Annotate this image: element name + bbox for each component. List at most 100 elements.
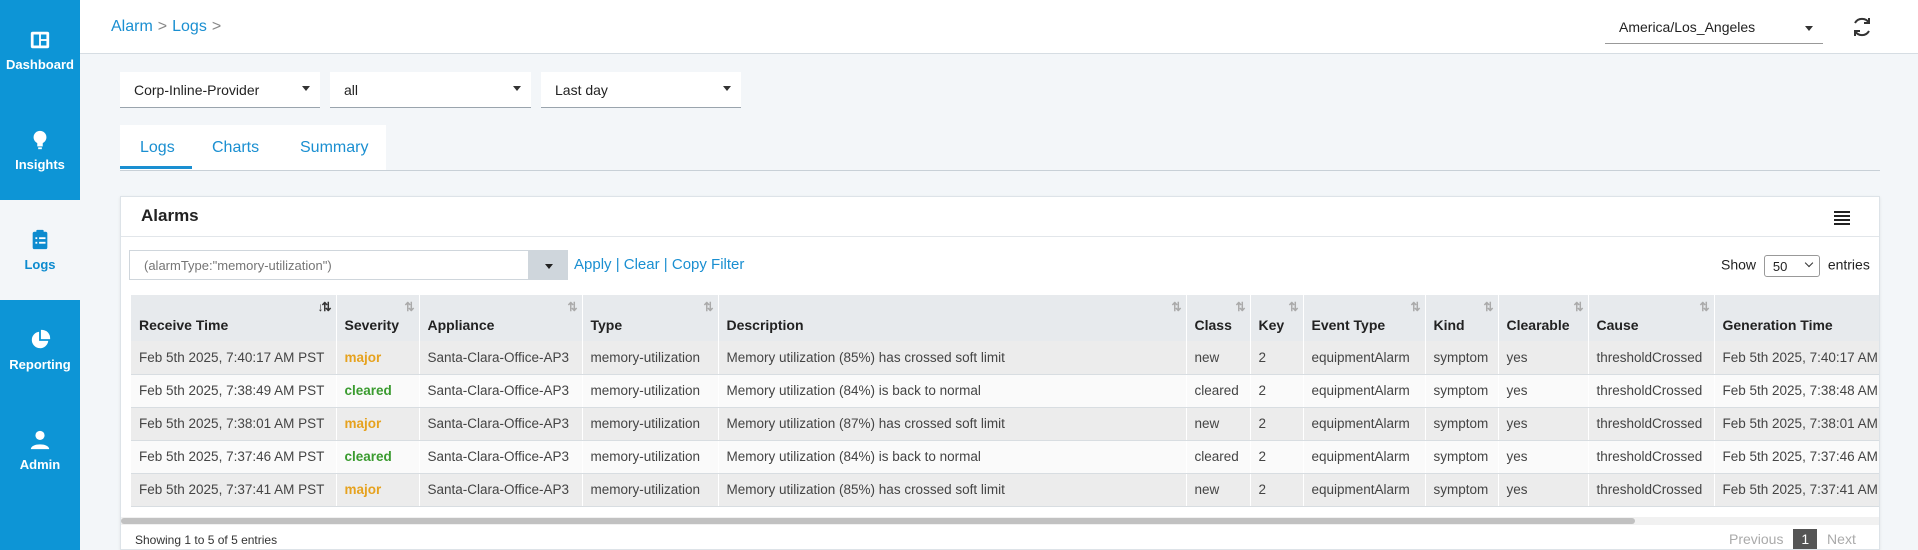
cell-type: memory-utilization (582, 407, 719, 441)
card-divider (121, 236, 1879, 237)
table-row[interactable]: Feb 5th 2025, 7:38:49 AM PST cleared San… (131, 374, 1879, 408)
column-header-clearable[interactable]: Clearable ⇅ (1498, 295, 1589, 341)
next-page-button[interactable]: Next (1827, 531, 1856, 547)
time-range-value: Last day (555, 82, 608, 98)
query-dropdown-button[interactable] (528, 250, 568, 280)
sort-icon: ⇅ (1699, 300, 1709, 314)
time-range-select[interactable]: Last day (541, 72, 741, 108)
refresh-icon[interactable] (1850, 15, 1874, 39)
column-header-generation-time[interactable]: Generation Time (1714, 295, 1879, 341)
scrollbar-thumb[interactable] (121, 518, 1635, 524)
horizontal-scrollbar[interactable] (121, 517, 1879, 525)
caret-down-icon (545, 264, 553, 269)
cell-receive-time: Feb 5th 2025, 7:38:49 AM PST (131, 374, 337, 408)
column-header-label: Event Type (1311, 317, 1386, 333)
cell-event-type: equipmentAlarm (1303, 473, 1426, 507)
column-header-class[interactable]: Class ⇅ (1186, 295, 1251, 341)
sidebar-item-label: Dashboard (6, 56, 74, 72)
column-header-label: Clearable (1506, 317, 1570, 333)
header: Alarm > Logs > America/Los_Angeles (80, 0, 1918, 54)
cell-type: memory-utilization (582, 440, 719, 474)
table-row[interactable]: Feb 5th 2025, 7:40:17 AM PST major Santa… (131, 341, 1879, 375)
dashboard-icon (30, 31, 50, 48)
column-header-appliance[interactable]: Appliance ⇅ (419, 295, 583, 341)
column-header-label: Kind (1433, 317, 1465, 333)
clear-link[interactable]: | Clear (616, 256, 660, 273)
show-entries: Show 50 entries (1721, 255, 1870, 277)
copy-filter-link[interactable]: | Copy Filter (664, 256, 745, 273)
column-header-label: Receive Time (139, 317, 229, 333)
table-row[interactable]: Feb 5th 2025, 7:37:46 AM PST cleared San… (131, 440, 1879, 474)
column-header-label: Type (590, 317, 623, 333)
query-input[interactable] (129, 250, 537, 280)
sort-icon: ⇅ (1171, 300, 1181, 314)
breadcrumb-alarm[interactable]: Alarm (111, 18, 153, 35)
clipboard-icon (32, 229, 48, 249)
sidebar-item-reporting[interactable]: Reporting (0, 300, 80, 400)
sidebar-item-dashboard[interactable]: Dashboard (0, 0, 80, 100)
cell-kind: symptom (1425, 407, 1499, 441)
active-tab-indicator (120, 166, 192, 169)
column-header-label: Generation Time (1722, 317, 1833, 333)
cell-type: memory-utilization (582, 473, 719, 507)
sidebar-item-label: Admin (19, 456, 61, 472)
filter-actions: Apply | Clear | Copy Filter (574, 256, 744, 273)
apply-link[interactable]: Apply (574, 256, 612, 273)
table-row[interactable]: Feb 5th 2025, 7:38:01 AM PST major Santa… (131, 407, 1879, 441)
column-header-event-type[interactable]: Event Type ⇅ (1303, 295, 1426, 341)
cell-appliance: Santa-Clara-Office-AP3 (419, 341, 583, 375)
column-header-severity[interactable]: Severity ⇅ (336, 295, 420, 341)
cell-appliance: Santa-Clara-Office-AP3 (419, 407, 583, 441)
column-header-cause[interactable]: Cause ⇅ (1588, 295, 1715, 341)
timezone-select[interactable]: America/Los_Angeles (1605, 12, 1823, 44)
appliance-select[interactable]: all (330, 72, 531, 108)
cell-clearable: yes (1498, 341, 1589, 375)
column-header-type[interactable]: Type ⇅ (582, 295, 719, 341)
cell-class: cleared (1186, 440, 1251, 474)
tab-charts[interactable]: Charts (212, 139, 259, 157)
cell-clearable: yes (1498, 440, 1589, 474)
cell-cause: thresholdCrossed (1588, 407, 1715, 441)
cell-description: Memory utilization (84%) is back to norm… (718, 374, 1187, 408)
tab-summary[interactable]: Summary (300, 139, 368, 157)
cell-type: memory-utilization (582, 374, 719, 408)
page-number-button[interactable]: 1 (1793, 529, 1818, 549)
cell-severity: major (336, 341, 420, 375)
column-header-key[interactable]: Key ⇅ (1250, 295, 1304, 341)
cell-class: new (1186, 473, 1251, 507)
show-label: Show (1721, 256, 1757, 273)
table-row[interactable]: Feb 5th 2025, 7:37:41 AM PST major Santa… (131, 473, 1879, 507)
tab-logs[interactable]: Logs (140, 139, 175, 157)
sort-icon: ⇅ (1573, 300, 1583, 314)
alarms-table: Receive Time ↓⇅ Severity ⇅ Appliance ⇅ Type… (131, 295, 1879, 507)
sidebar-item-logs[interactable]: Logs (0, 200, 80, 300)
cell-cause: thresholdCrossed (1588, 341, 1715, 375)
sidebar-item-admin[interactable]: Admin (0, 400, 80, 500)
sidebar-item-label: Insights (15, 156, 65, 172)
column-header-label: Appliance (427, 317, 495, 333)
chevron-down-icon (1804, 258, 1814, 268)
list-menu-icon[interactable] (1833, 209, 1851, 227)
caret-down-icon (513, 86, 521, 91)
sidebar-item-insights[interactable]: Insights (0, 100, 80, 200)
column-header-description[interactable]: Description ⇅ (718, 295, 1187, 341)
cell-generation-time: Feb 5th 2025, 7:37:46 AM (1714, 440, 1879, 474)
page-size-select[interactable]: 50 (1763, 255, 1820, 277)
cell-receive-time: Feb 5th 2025, 7:40:17 AM PST (131, 341, 337, 375)
sort-icon: ⇅ (1235, 300, 1245, 314)
sort-icon: ⇅ (1288, 300, 1298, 314)
cell-clearable: yes (1498, 473, 1589, 507)
cell-generation-time: Feb 5th 2025, 7:38:01 AM (1714, 407, 1879, 441)
caret-down-icon (1805, 26, 1813, 31)
column-header-receive-time[interactable]: Receive Time ↓⇅ (131, 295, 337, 341)
column-header-label: Class (1194, 317, 1232, 333)
previous-page-button[interactable]: Previous (1729, 531, 1783, 547)
provider-select[interactable]: Corp-Inline-Provider (120, 72, 320, 108)
entries-info: Showing 1 to 5 of 5 entries (135, 533, 278, 547)
cell-class: cleared (1186, 374, 1251, 408)
column-header-kind[interactable]: Kind ⇅ (1425, 295, 1499, 341)
cell-severity: major (336, 473, 420, 507)
cell-clearable: yes (1498, 407, 1589, 441)
column-header-label: Key (1258, 317, 1285, 333)
breadcrumb-logs[interactable]: Logs (172, 18, 207, 35)
